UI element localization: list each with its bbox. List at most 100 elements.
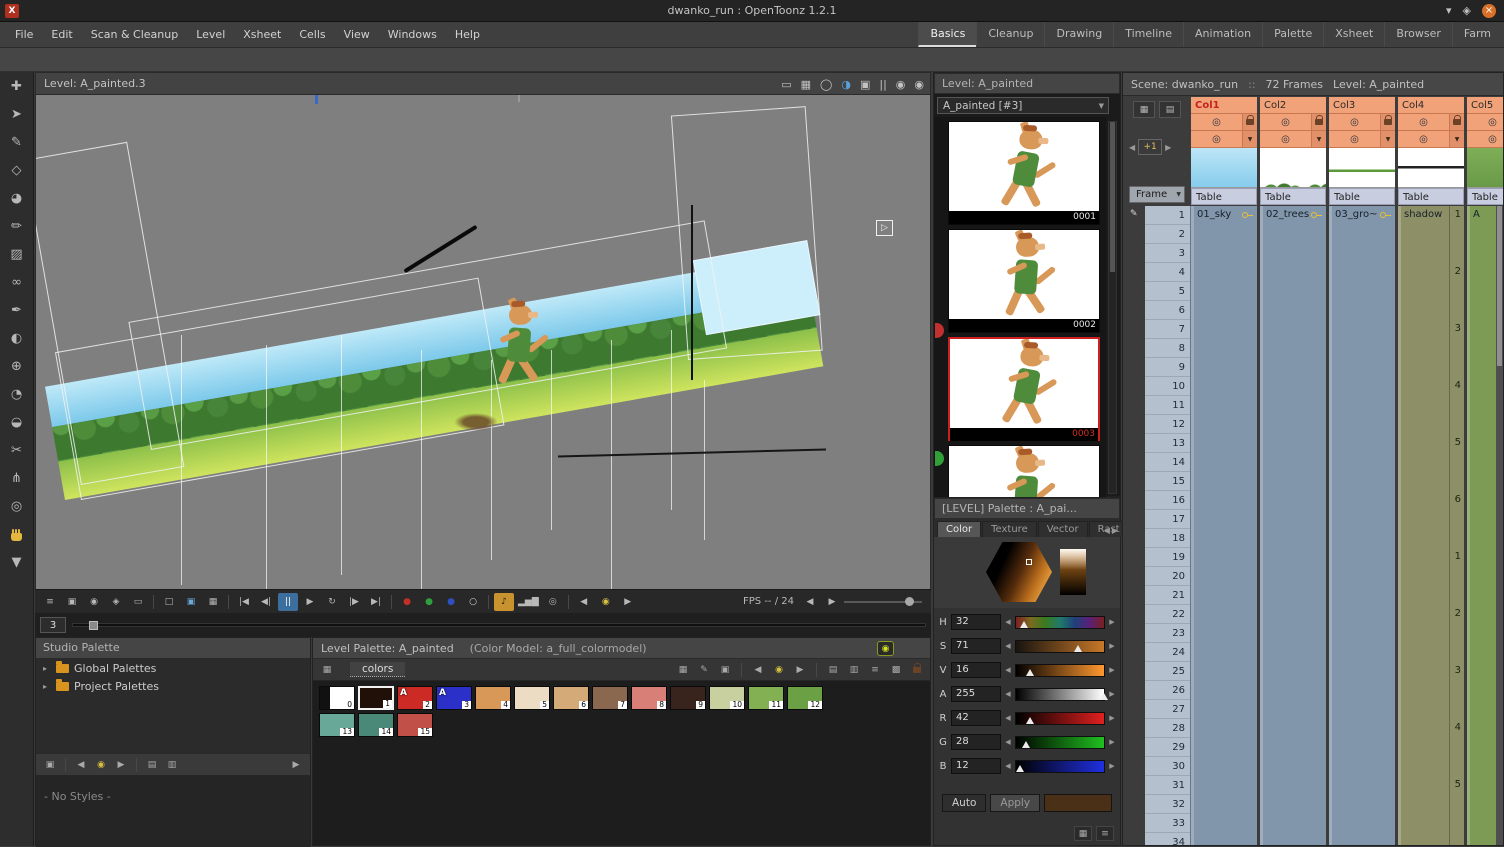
render-visibility-eye-icon[interactable]: ◎ — [1260, 114, 1311, 130]
tab-vector[interactable]: Vector — [1038, 521, 1088, 537]
palette-tree-item-project-palettes[interactable]: ▸Project Palettes — [36, 677, 310, 695]
slider-increase-icon[interactable]: ▶ — [1108, 714, 1116, 722]
column-thumbnail[interactable] — [1191, 148, 1257, 188]
grid-view-button[interactable]: ▩ — [888, 662, 904, 678]
slider-decrease-icon[interactable]: ◀ — [1004, 714, 1012, 722]
locator-button[interactable]: ◎ — [543, 593, 563, 611]
channel-value-field[interactable]: 71 — [951, 638, 1001, 654]
channel-value-field[interactable]: 16 — [951, 662, 1001, 678]
eraser-tool[interactable]: ▨ — [2, 241, 32, 268]
frame-thumbnail-2[interactable]: 0002 — [948, 229, 1100, 333]
slider-handle[interactable] — [1026, 669, 1034, 676]
level-strip-header[interactable]: Level: A_painted — [934, 73, 1120, 94]
frame-row-number[interactable]: 33 — [1145, 814, 1190, 833]
slider-decrease-icon[interactable]: ◀ — [1004, 690, 1012, 698]
channel-slider[interactable] — [1015, 736, 1105, 749]
level-strip-scrollbar[interactable] — [1108, 121, 1117, 494]
bulb-button[interactable]: ◉ — [771, 662, 787, 678]
bulb-button[interactable]: ◉ — [93, 757, 109, 773]
style-swatch-15[interactable]: 15 — [397, 713, 433, 737]
last-frame-button[interactable]: ▶| — [366, 593, 386, 611]
fps-slider-handle[interactable] — [905, 597, 914, 606]
column-name[interactable]: Col3 — [1329, 97, 1395, 114]
slider-increase-icon[interactable]: ▶ — [1108, 618, 1116, 626]
frame-row-number[interactable]: 2 — [1145, 225, 1190, 244]
viewer-canvas[interactable]: ▷ — [36, 95, 930, 589]
frame-row-number[interactable]: 9 — [1145, 358, 1190, 377]
style-swatch-7[interactable]: 7 — [592, 686, 628, 710]
column-thumbnail[interactable] — [1329, 148, 1395, 188]
pump-tool[interactable]: ◔ — [2, 381, 32, 408]
scrollbar-thumb[interactable] — [1497, 206, 1502, 366]
frame-row-number[interactable]: 6 — [1145, 301, 1190, 320]
frame-row-number[interactable]: 13 — [1145, 434, 1190, 453]
new-folder-button[interactable]: ▤ — [144, 757, 160, 773]
channel-slider[interactable] — [1015, 640, 1105, 653]
menu-cells[interactable]: Cells — [290, 22, 334, 47]
toggle-camera-column-button[interactable]: ▤ — [1159, 101, 1181, 118]
next-frame-button[interactable]: |▶ — [344, 593, 364, 611]
tape-tool[interactable]: ∞ — [2, 269, 32, 296]
fps-up-button[interactable]: ▶ — [822, 593, 842, 611]
column-name[interactable]: Col5 — [1467, 97, 1504, 114]
frame-row-number[interactable]: 15 — [1145, 472, 1190, 491]
xsheet-scrollbar[interactable] — [1496, 206, 1503, 846]
menu-help[interactable]: Help — [446, 22, 489, 47]
control-point-editor-tool[interactable]: ⊕ — [2, 353, 32, 380]
frame-row-number[interactable]: 18 — [1145, 529, 1190, 548]
room-tab-xsheet[interactable]: Xsheet — [1323, 22, 1384, 47]
histogram-button[interactable]: ▂▅▇ — [516, 593, 541, 611]
column-thumbnail[interactable] — [1398, 148, 1464, 188]
expand-arrow-icon[interactable]: ▸ — [43, 664, 51, 673]
channel-slider[interactable] — [1015, 688, 1105, 701]
level-select-dropdown[interactable]: A_painted [#3] ▼ — [937, 97, 1109, 114]
room-tab-palette[interactable]: Palette — [1262, 22, 1323, 47]
room-tab-animation[interactable]: Animation — [1183, 22, 1262, 47]
style-swatch-3[interactable]: A3 — [436, 686, 472, 710]
slider-decrease-icon[interactable]: ◀ — [1004, 738, 1012, 746]
style-picker-tool[interactable]: ✒ — [2, 297, 32, 324]
frame-row-number[interactable]: 17 — [1145, 510, 1190, 529]
frame-row-number[interactable]: 14 — [1145, 453, 1190, 472]
camstand-visibility-eye-icon[interactable]: ◎ — [1467, 131, 1504, 147]
studio-palette-header[interactable]: Studio Palette — [36, 638, 310, 659]
3d-view-icon[interactable]: ◑ — [841, 78, 851, 91]
style-swatch-5[interactable]: 5 — [514, 686, 550, 710]
nav-right-button[interactable]: ▶ — [792, 662, 808, 678]
column-lock-icon[interactable] — [1380, 114, 1395, 130]
new-page-button[interactable]: ▥ — [846, 662, 862, 678]
frame-display-dropdown[interactable]: Frame ▼ — [1129, 186, 1185, 203]
paint-brush-tool[interactable]: ✏ — [2, 213, 32, 240]
first-frame-button[interactable]: |◀ — [234, 593, 254, 611]
frame-row-number[interactable]: 20 — [1145, 567, 1190, 586]
menu-windows[interactable]: Windows — [379, 22, 446, 47]
toggle-xsheet-view-button[interactable]: ▦ — [1133, 101, 1155, 118]
step-frame-button[interactable]: +1 — [1138, 139, 1162, 155]
hexagon-color-picker[interactable] — [986, 542, 1052, 602]
frame-row-number[interactable]: 19 — [1145, 548, 1190, 567]
frame-row-number[interactable]: 10 — [1145, 377, 1190, 396]
column-lock-icon[interactable] — [1449, 114, 1464, 130]
style-swatch-8[interactable]: 8 — [631, 686, 667, 710]
save-palette-button[interactable]: ▣ — [717, 662, 733, 678]
nav-right-button[interactable]: ▶ — [113, 757, 129, 773]
style-swatch-10[interactable]: 10 — [709, 686, 745, 710]
frame-row-number[interactable]: 3 — [1145, 244, 1190, 263]
frame-row-number[interactable]: 34 — [1145, 833, 1190, 846]
table-view-icon[interactable]: ▦ — [801, 78, 811, 91]
step-back-icon[interactable]: ◀ — [1129, 143, 1135, 152]
slider-decrease-icon[interactable]: ◀ — [1004, 642, 1012, 650]
list-view-button[interactable]: ≡ — [867, 662, 883, 678]
style-swatch-4[interactable]: 4 — [475, 686, 511, 710]
slider-decrease-icon[interactable]: ◀ — [1004, 762, 1012, 770]
menu-xsheet[interactable]: Xsheet — [234, 22, 290, 47]
column-thumbnail[interactable] — [1467, 148, 1504, 188]
prev-frame-button[interactable]: ◀| — [256, 593, 276, 611]
frame-row-number[interactable]: 5 — [1145, 282, 1190, 301]
brush-tool[interactable]: ✎ — [2, 129, 32, 156]
frame-slider-handle[interactable] — [89, 621, 98, 630]
snapshot-button[interactable]: ◈ — [106, 593, 126, 611]
maximize-window-icon[interactable]: ◈ — [1463, 4, 1471, 18]
style-swatch-2[interactable]: A2 — [397, 686, 433, 710]
freeze-icon[interactable]: || — [879, 78, 886, 91]
